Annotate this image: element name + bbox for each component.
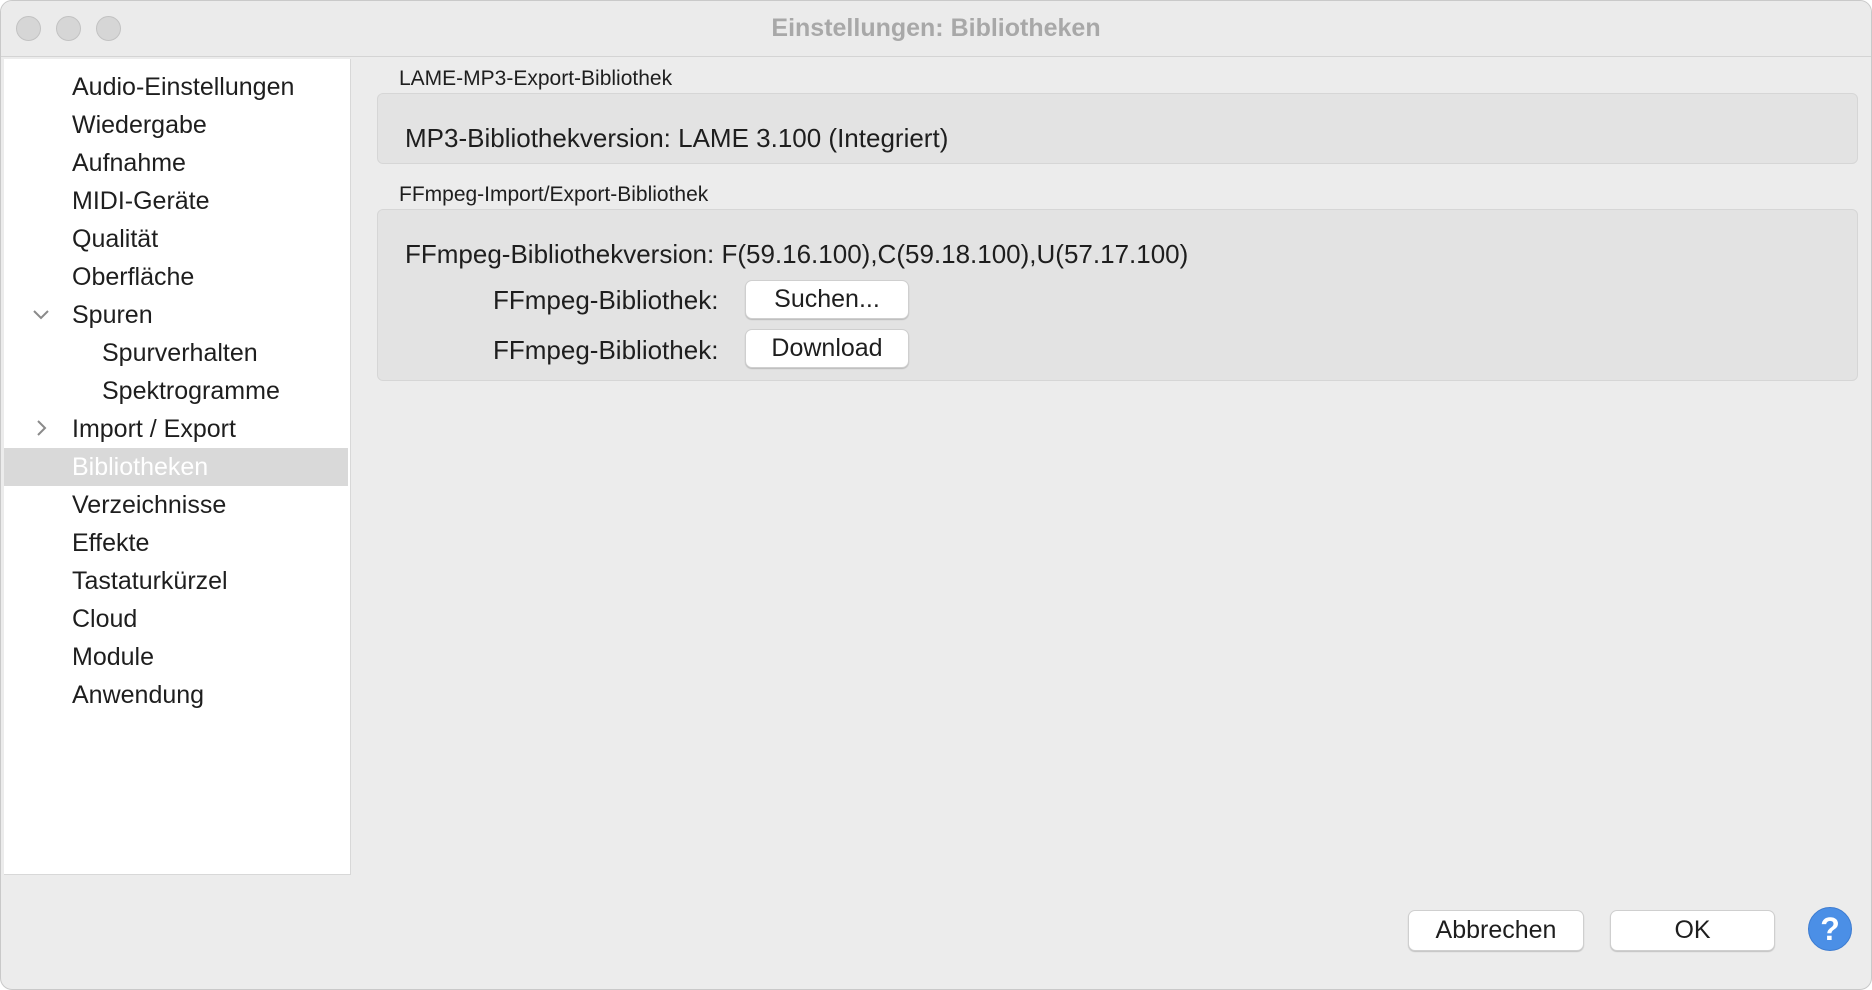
- sidebar-item-effekte[interactable]: Effekte: [4, 524, 348, 562]
- ffmpeg-download-button[interactable]: Download: [745, 329, 909, 368]
- sidebar-item-label: Spurverhalten: [102, 339, 258, 367]
- sidebar-item-aufnahme[interactable]: Aufnahme: [4, 144, 348, 182]
- sidebar-item-label: Anwendung: [72, 681, 205, 709]
- sidebar-item-wiedergabe[interactable]: Wiedergabe: [4, 106, 348, 144]
- sidebar-item-oberflaeche[interactable]: Oberfläche: [4, 258, 348, 296]
- sidebar-item-audio-einstellungen[interactable]: Audio-Einstellungen: [4, 68, 348, 106]
- lame-version-text: MP3-Bibliothekversion: LAME 3.100 (Integ…: [405, 123, 949, 153]
- lame-group-box: MP3-Bibliothekversion: LAME 3.100 (Integ…: [377, 93, 1858, 164]
- sidebar-item-midi-geraete[interactable]: MIDI-Geräte: [4, 182, 348, 220]
- sidebar-item-label: Cloud: [72, 605, 138, 633]
- sidebar-item-label: Module: [72, 643, 154, 671]
- sidebar-item-spurverhalten[interactable]: Spurverhalten: [4, 334, 348, 372]
- lame-group-label: LAME-MP3-Export-Bibliothek: [399, 67, 673, 90]
- sidebar-item-tastaturkuerzel[interactable]: Tastaturkürzel: [4, 562, 348, 600]
- ffmpeg-locate-label: FFmpeg-Bibliothek:: [493, 285, 719, 315]
- ffmpeg-group-label: FFmpeg-Import/Export-Bibliothek: [399, 183, 709, 206]
- sidebar-item-bibliotheken[interactable]: Bibliotheken: [4, 448, 348, 486]
- sidebar-item-label: Import / Export: [72, 415, 236, 443]
- ffmpeg-download-label: FFmpeg-Bibliothek:: [493, 335, 719, 365]
- sidebar-item-anwendung[interactable]: Anwendung: [4, 676, 348, 714]
- ok-button[interactable]: OK: [1610, 910, 1775, 951]
- title-bar: Einstellungen: Bibliotheken: [1, 1, 1871, 57]
- preferences-category-list: Audio-Einstellungen Wiedergabe Aufnahme …: [4, 59, 351, 875]
- ffmpeg-locate-button[interactable]: Suchen...: [745, 280, 909, 319]
- sidebar-item-label: MIDI-Geräte: [72, 187, 210, 215]
- sidebar-item-spektrogramme[interactable]: Spektrogramme: [4, 372, 348, 410]
- chevron-down-icon[interactable]: [30, 296, 52, 334]
- sidebar-item-module[interactable]: Module: [4, 638, 348, 676]
- sidebar-item-label: Oberfläche: [72, 263, 195, 291]
- sidebar-item-label: Spektrogramme: [102, 377, 280, 405]
- ffmpeg-group-box: FFmpeg-Bibliothekversion: F(59.16.100),C…: [377, 209, 1858, 381]
- sidebar-item-label: Bibliotheken: [72, 453, 209, 481]
- sidebar-item-import-export[interactable]: Import / Export: [4, 410, 348, 448]
- sidebar-item-label: Verzeichnisse: [72, 491, 227, 519]
- preferences-window: Einstellungen: Bibliotheken Audio-Einste…: [0, 0, 1872, 990]
- sidebar-item-label: Wiedergabe: [72, 111, 207, 139]
- help-icon[interactable]: ?: [1808, 907, 1852, 951]
- cancel-button[interactable]: Abbrechen: [1408, 910, 1584, 951]
- sidebar-item-label: Audio-Einstellungen: [72, 73, 295, 101]
- sidebar-item-label: Qualität: [72, 225, 159, 253]
- sidebar-item-verzeichnisse[interactable]: Verzeichnisse: [4, 486, 348, 524]
- ffmpeg-version-text: FFmpeg-Bibliothekversion: F(59.16.100),C…: [405, 239, 1189, 269]
- sidebar-item-label: Aufnahme: [72, 149, 186, 177]
- sidebar-item-spuren[interactable]: Spuren: [4, 296, 348, 334]
- sidebar-item-cloud[interactable]: Cloud: [4, 600, 348, 638]
- window-title: Einstellungen: Bibliotheken: [771, 14, 1101, 42]
- chevron-right-icon[interactable]: [30, 410, 52, 448]
- sidebar-item-label: Spuren: [72, 301, 153, 329]
- sidebar-item-label: Effekte: [72, 529, 150, 557]
- sidebar-item-qualitaet[interactable]: Qualität: [4, 220, 348, 258]
- sidebar-item-label: Tastaturkürzel: [72, 567, 228, 595]
